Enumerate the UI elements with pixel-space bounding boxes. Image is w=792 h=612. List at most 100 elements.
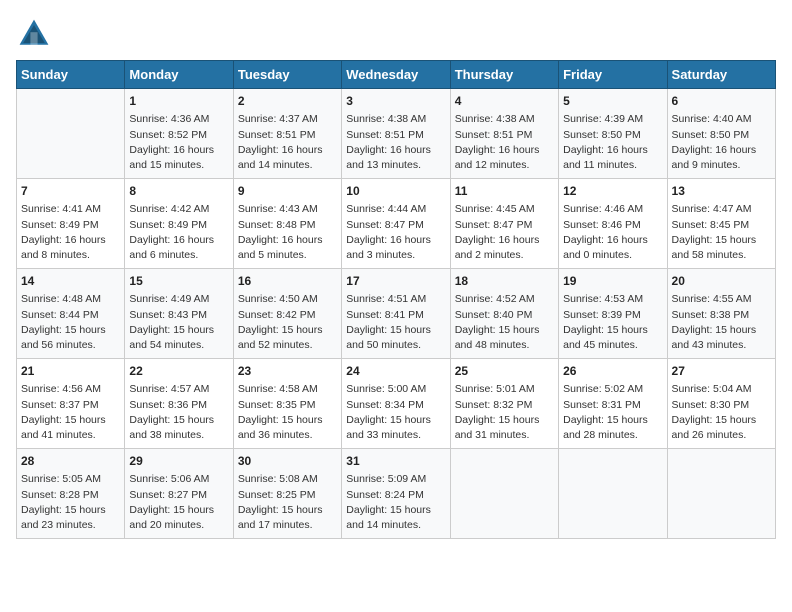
day-number: 8: [129, 183, 228, 200]
calendar-cell: 23 Sunrise: 4:58 AM Sunset: 8:35 PM Dayli…: [233, 359, 341, 449]
calendar-cell: [667, 449, 775, 539]
calendar-cell: 5 Sunrise: 4:39 AM Sunset: 8:50 PM Daylig…: [559, 89, 667, 179]
day-number: 14: [21, 273, 120, 290]
calendar-cell: 28Sunrise: 5:05 AM Sunset: 8:28 PM Dayli…: [17, 449, 125, 539]
day-number: 27: [672, 363, 771, 380]
day-info: Sunrise: 4:49 AM Sunset: 8:43 PM Dayligh…: [129, 292, 228, 353]
page-header: [16, 16, 776, 52]
day-info: Sunrise: 4:44 AM Sunset: 8:47 PM Dayligh…: [346, 202, 445, 263]
day-info: Sunrise: 5:02 AM Sunset: 8:31 PM Dayligh…: [563, 382, 662, 443]
calendar-cell: 11 Sunrise: 4:45 AM Sunset: 8:47 PM Dayli…: [450, 179, 558, 269]
day-number: 5: [563, 93, 662, 110]
calendar-cell: 13 Sunrise: 4:47 AM Sunset: 8:45 PM Dayli…: [667, 179, 775, 269]
calendar-cell: 4 Sunrise: 4:38 AM Sunset: 8:51 PM Daylig…: [450, 89, 558, 179]
logo: [16, 16, 56, 52]
calendar-week-row: 28Sunrise: 5:05 AM Sunset: 8:28 PM Dayli…: [17, 449, 776, 539]
calendar-cell: 19 Sunrise: 4:53 AM Sunset: 8:39 PM Dayli…: [559, 269, 667, 359]
day-info: Sunrise: 5:09 AM Sunset: 8:24 PM Dayligh…: [346, 472, 445, 533]
day-number: 26: [563, 363, 662, 380]
day-info: Sunrise: 4:53 AM Sunset: 8:39 PM Dayligh…: [563, 292, 662, 353]
day-info: Sunrise: 4:38 AM Sunset: 8:51 PM Dayligh…: [346, 112, 445, 173]
calendar-week-row: 14 Sunrise: 4:48 AM Sunset: 8:44 PM Dayli…: [17, 269, 776, 359]
calendar-cell: 6Sunrise: 4:40 AM Sunset: 8:50 PM Daylig…: [667, 89, 775, 179]
column-header-sunday: Sunday: [17, 61, 125, 89]
column-header-wednesday: Wednesday: [342, 61, 450, 89]
day-info: Sunrise: 4:48 AM Sunset: 8:44 PM Dayligh…: [21, 292, 120, 353]
day-number: 22: [129, 363, 228, 380]
day-number: 30: [238, 453, 337, 470]
calendar-cell: [17, 89, 125, 179]
day-number: 19: [563, 273, 662, 290]
day-info: Sunrise: 4:42 AM Sunset: 8:49 PM Dayligh…: [129, 202, 228, 263]
calendar-cell: 26 Sunrise: 5:02 AM Sunset: 8:31 PM Dayli…: [559, 359, 667, 449]
calendar-cell: 17 Sunrise: 4:51 AM Sunset: 8:41 PM Dayli…: [342, 269, 450, 359]
calendar-cell: 31 Sunrise: 5:09 AM Sunset: 8:24 PM Dayli…: [342, 449, 450, 539]
day-info: Sunrise: 4:55 AM Sunset: 8:38 PM Dayligh…: [672, 292, 771, 353]
day-info: Sunrise: 5:06 AM Sunset: 8:27 PM Dayligh…: [129, 472, 228, 533]
day-number: 4: [455, 93, 554, 110]
day-info: Sunrise: 4:46 AM Sunset: 8:46 PM Dayligh…: [563, 202, 662, 263]
calendar-cell: 24 Sunrise: 5:00 AM Sunset: 8:34 PM Dayli…: [342, 359, 450, 449]
day-info: Sunrise: 4:40 AM Sunset: 8:50 PM Dayligh…: [672, 112, 771, 173]
day-info: Sunrise: 4:41 AM Sunset: 8:49 PM Dayligh…: [21, 202, 120, 263]
day-number: 9: [238, 183, 337, 200]
calendar-cell: 1 Sunrise: 4:36 AM Sunset: 8:52 PM Daylig…: [125, 89, 233, 179]
day-number: 10: [346, 183, 445, 200]
calendar-cell: 14 Sunrise: 4:48 AM Sunset: 8:44 PM Dayli…: [17, 269, 125, 359]
calendar-cell: 20 Sunrise: 4:55 AM Sunset: 8:38 PM Dayli…: [667, 269, 775, 359]
day-number: 15: [129, 273, 228, 290]
calendar-table: SundayMondayTuesdayWednesdayThursdayFrid…: [16, 60, 776, 539]
calendar-cell: 9 Sunrise: 4:43 AM Sunset: 8:48 PM Daylig…: [233, 179, 341, 269]
day-number: 2: [238, 93, 337, 110]
day-info: Sunrise: 4:37 AM Sunset: 8:51 PM Dayligh…: [238, 112, 337, 173]
day-number: 31: [346, 453, 445, 470]
day-info: Sunrise: 4:57 AM Sunset: 8:36 PM Dayligh…: [129, 382, 228, 443]
logo-icon: [16, 16, 52, 52]
day-number: 28: [21, 453, 120, 470]
column-header-monday: Monday: [125, 61, 233, 89]
day-number: 18: [455, 273, 554, 290]
day-info: Sunrise: 4:47 AM Sunset: 8:45 PM Dayligh…: [672, 202, 771, 263]
day-number: 11: [455, 183, 554, 200]
calendar-cell: 12Sunrise: 4:46 AM Sunset: 8:46 PM Dayli…: [559, 179, 667, 269]
day-number: 13: [672, 183, 771, 200]
day-info: Sunrise: 5:08 AM Sunset: 8:25 PM Dayligh…: [238, 472, 337, 533]
day-number: 21: [21, 363, 120, 380]
day-info: Sunrise: 4:50 AM Sunset: 8:42 PM Dayligh…: [238, 292, 337, 353]
calendar-cell: 3Sunrise: 4:38 AM Sunset: 8:51 PM Daylig…: [342, 89, 450, 179]
day-number: 1: [129, 93, 228, 110]
calendar-cell: [450, 449, 558, 539]
calendar-cell: 30 Sunrise: 5:08 AM Sunset: 8:25 PM Dayli…: [233, 449, 341, 539]
calendar-cell: 25Sunrise: 5:01 AM Sunset: 8:32 PM Dayli…: [450, 359, 558, 449]
day-info: Sunrise: 4:58 AM Sunset: 8:35 PM Dayligh…: [238, 382, 337, 443]
day-info: Sunrise: 4:45 AM Sunset: 8:47 PM Dayligh…: [455, 202, 554, 263]
calendar-week-row: 21 Sunrise: 4:56 AM Sunset: 8:37 PM Dayli…: [17, 359, 776, 449]
day-info: Sunrise: 5:00 AM Sunset: 8:34 PM Dayligh…: [346, 382, 445, 443]
calendar-cell: 27 Sunrise: 5:04 AM Sunset: 8:30 PM Dayli…: [667, 359, 775, 449]
day-info: Sunrise: 4:38 AM Sunset: 8:51 PM Dayligh…: [455, 112, 554, 173]
day-info: Sunrise: 4:43 AM Sunset: 8:48 PM Dayligh…: [238, 202, 337, 263]
calendar-header-row: SundayMondayTuesdayWednesdayThursdayFrid…: [17, 61, 776, 89]
calendar-cell: 2 Sunrise: 4:37 AM Sunset: 8:51 PM Daylig…: [233, 89, 341, 179]
day-info: Sunrise: 5:04 AM Sunset: 8:30 PM Dayligh…: [672, 382, 771, 443]
calendar-cell: 7 Sunrise: 4:41 AM Sunset: 8:49 PM Daylig…: [17, 179, 125, 269]
day-number: 7: [21, 183, 120, 200]
day-info: Sunrise: 4:39 AM Sunset: 8:50 PM Dayligh…: [563, 112, 662, 173]
day-info: Sunrise: 4:51 AM Sunset: 8:41 PM Dayligh…: [346, 292, 445, 353]
column-header-thursday: Thursday: [450, 61, 558, 89]
day-number: 17: [346, 273, 445, 290]
calendar-cell: 10 Sunrise: 4:44 AM Sunset: 8:47 PM Dayli…: [342, 179, 450, 269]
day-info: Sunrise: 4:56 AM Sunset: 8:37 PM Dayligh…: [21, 382, 120, 443]
calendar-cell: 21 Sunrise: 4:56 AM Sunset: 8:37 PM Dayli…: [17, 359, 125, 449]
day-number: 25: [455, 363, 554, 380]
day-number: 29: [129, 453, 228, 470]
day-number: 20: [672, 273, 771, 290]
calendar-cell: [559, 449, 667, 539]
day-info: Sunrise: 4:36 AM Sunset: 8:52 PM Dayligh…: [129, 112, 228, 173]
calendar-week-row: 1 Sunrise: 4:36 AM Sunset: 8:52 PM Daylig…: [17, 89, 776, 179]
calendar-cell: 18 Sunrise: 4:52 AM Sunset: 8:40 PM Dayli…: [450, 269, 558, 359]
day-number: 24: [346, 363, 445, 380]
column-header-tuesday: Tuesday: [233, 61, 341, 89]
day-number: 23: [238, 363, 337, 380]
day-info: Sunrise: 4:52 AM Sunset: 8:40 PM Dayligh…: [455, 292, 554, 353]
